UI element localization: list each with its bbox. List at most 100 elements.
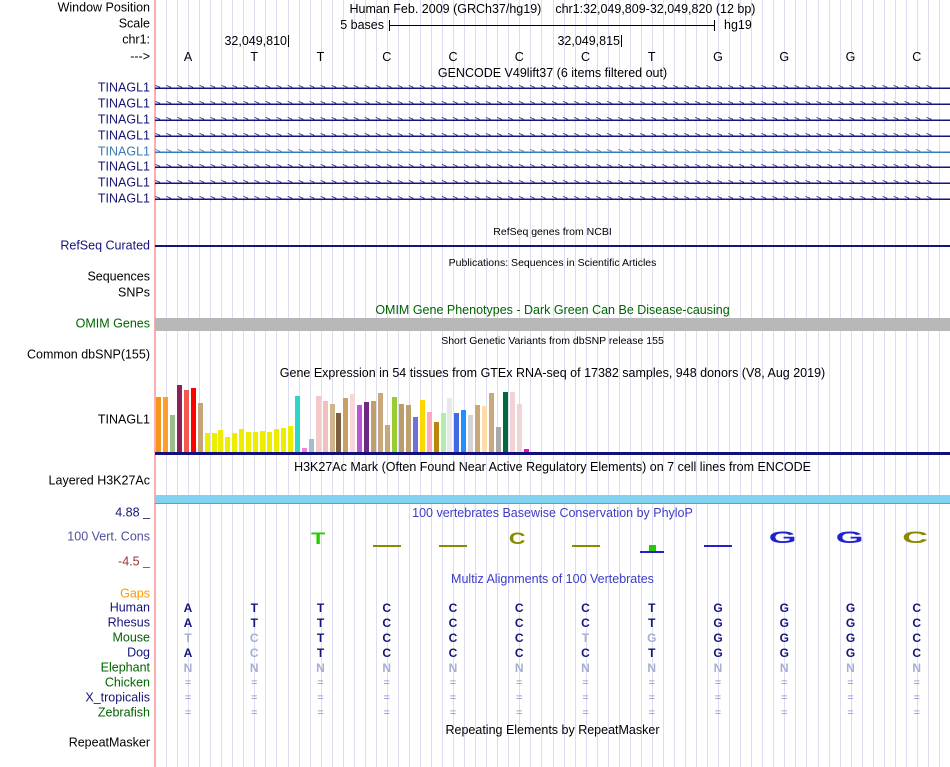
alignment-base: C: [912, 601, 922, 615]
alignment-base: N: [514, 661, 524, 675]
strand-label: --->: [130, 49, 150, 64]
gene-label-tinagl1-1[interactable]: TINAGL1: [98, 81, 150, 95]
gtex-bar: [176, 385, 182, 452]
base-letter: G: [845, 50, 856, 64]
coordinate-left-tick: [288, 35, 289, 47]
refseq-curated-track-line[interactable]: [155, 245, 950, 247]
base-letter: C: [382, 50, 392, 64]
alignment-base: T: [250, 601, 258, 615]
base-letter: C: [912, 50, 922, 64]
gene-transcript-row[interactable]: >>>>>>>>>>>>>>>>>>>>>>>>>>>>>>>>>>>>>>>>…: [155, 130, 950, 142]
scale-label: Scale: [118, 16, 150, 31]
alignment-base: C: [249, 631, 259, 645]
track-label-layered-h3k27ac[interactable]: Layered H3K27Ac: [49, 474, 150, 488]
gtex-bar: [239, 429, 245, 452]
base-letter: C: [580, 50, 591, 64]
phylop-logo-dash: [639, 551, 664, 553]
refseq-track-title: RefSeq genes from NCBI: [493, 226, 612, 238]
track-label-omim-genes[interactable]: OMIM Genes: [76, 317, 150, 331]
window-position-label: Window Position: [57, 0, 150, 15]
gene-label-tinagl1-7[interactable]: TINAGL1: [98, 176, 150, 190]
gtex-bar: [329, 404, 335, 452]
coordinate-right-tick: [621, 35, 622, 47]
alignment-base: G: [713, 601, 723, 615]
gtex-bar: [440, 413, 446, 452]
gene-label-tinagl1-3[interactable]: TINAGL1: [98, 113, 150, 127]
track-label-common-dbsnp[interactable]: Common dbSNP(155): [27, 348, 150, 362]
alignment-base: N: [382, 661, 392, 675]
align-label-rhesus[interactable]: Rhesus: [108, 616, 150, 630]
align-label-elephant[interactable]: Elephant: [101, 661, 150, 675]
track-label-snps[interactable]: SNPs: [118, 286, 150, 300]
gtex-bar: [503, 392, 508, 452]
gtex-bar: [204, 433, 210, 452]
phylop-logo-dash: [372, 545, 401, 547]
h3k27ac-signal-bar[interactable]: [155, 495, 950, 504]
gtex-bar: [253, 432, 259, 452]
align-label-x-tropicalis[interactable]: X_tropicalis: [85, 691, 150, 705]
track-label-100-vert-cons[interactable]: 100 Vert. Cons: [67, 530, 150, 544]
alignment-base: =: [582, 692, 589, 704]
align-label-mouse[interactable]: Mouse: [112, 631, 150, 645]
alignment-base: C: [514, 631, 524, 645]
gene-transcript-row[interactable]: >>>>>>>>>>>>>>>>>>>>>>>>>>>>>>>>>>>>>>>>…: [155, 98, 950, 110]
alignment-base: C: [382, 631, 392, 645]
alignment-base: N: [183, 661, 193, 675]
alignment-base: A: [183, 646, 193, 660]
gtex-bar: [482, 406, 488, 452]
alignment-base: G: [713, 646, 723, 660]
omim-gene-bar[interactable]: [155, 318, 950, 331]
alignment-base: G: [647, 631, 657, 645]
gene-transcript-row[interactable]: >>>>>>>>>>>>>>>>>>>>>>>>>>>>>>>>>>>>>>>>…: [155, 82, 950, 94]
alignment-base: C: [249, 646, 259, 660]
alignment-base: T: [316, 601, 325, 615]
track-label-repeatmasker[interactable]: RepeatMasker: [69, 736, 150, 750]
track-label-refseq-curated[interactable]: RefSeq Curated: [60, 239, 150, 253]
alignment-base: =: [184, 692, 192, 704]
genome-browser-image: Human Feb. 2009 (GRCh37/hg19) chr1:32,04…: [0, 0, 950, 767]
gene-transcript-row[interactable]: >>>>>>>>>>>>>>>>>>>>>>>>>>>>>>>>>>>>>>>>…: [155, 146, 950, 158]
gtex-bar: [246, 432, 252, 452]
alignment-base: G: [713, 616, 723, 630]
alignment-base: =: [781, 692, 788, 704]
gene-transcript-row[interactable]: >>>>>>>>>>>>>>>>>>>>>>>>>>>>>>>>>>>>>>>>…: [155, 161, 950, 173]
gtex-bar: [371, 401, 377, 452]
alignment-base: G: [845, 601, 856, 615]
gene-transcript-row[interactable]: >>>>>>>>>>>>>>>>>>>>>>>>>>>>>>>>>>>>>>>>…: [155, 177, 950, 189]
alignment-base: N: [581, 661, 590, 675]
alignment-base: G: [779, 631, 789, 645]
alignment-base: C: [448, 646, 458, 660]
gtex-bar: [391, 397, 397, 452]
align-label-zebrafish[interactable]: Zebrafish: [98, 706, 150, 720]
gtex-bar: [267, 432, 273, 452]
gene-label-tinagl1-4[interactable]: TINAGL1: [98, 129, 150, 143]
gtex-bar: [447, 398, 453, 452]
alignment-base: =: [714, 677, 722, 689]
alignment-base: =: [317, 707, 324, 719]
alignment-base: =: [317, 677, 324, 689]
alignment-base: T: [250, 616, 258, 630]
track-label-sequences[interactable]: Sequences: [87, 270, 150, 284]
phylop-logo-dash: [439, 545, 468, 547]
gene-label-tinagl1-6[interactable]: TINAGL1: [98, 160, 150, 174]
gtex-bar: [232, 433, 238, 452]
align-label-dog[interactable]: Dog: [127, 646, 150, 660]
dbsnp-track-title: Short Genetic Variants from dbSNP releas…: [441, 335, 664, 347]
cons-min-label: -4.5 _: [118, 554, 150, 569]
gene-label-tinagl1-8[interactable]: TINAGL1: [98, 192, 150, 206]
alignment-base: G: [845, 646, 856, 660]
alignment-base: G: [779, 616, 789, 630]
alignment-base: C: [514, 616, 524, 630]
gene-transcript-row[interactable]: >>>>>>>>>>>>>>>>>>>>>>>>>>>>>>>>>>>>>>>>…: [155, 193, 950, 205]
gtex-gene-label[interactable]: TINAGL1: [98, 413, 150, 427]
align-label-human[interactable]: Human: [110, 601, 150, 615]
align-label-gaps[interactable]: Gaps: [120, 587, 150, 601]
align-label-chicken[interactable]: Chicken: [105, 676, 150, 690]
gtex-bar: [509, 392, 515, 452]
phylop-logo-dash: [571, 545, 600, 547]
gene-transcript-row[interactable]: >>>>>>>>>>>>>>>>>>>>>>>>>>>>>>>>>>>>>>>>…: [155, 114, 950, 126]
gene-label-tinagl1-2[interactable]: TINAGL1: [98, 97, 150, 111]
gtex-bar: [433, 422, 439, 452]
gene-label-tinagl1-5[interactable]: TINAGL1: [98, 145, 150, 159]
alignment-base: =: [648, 677, 655, 689]
